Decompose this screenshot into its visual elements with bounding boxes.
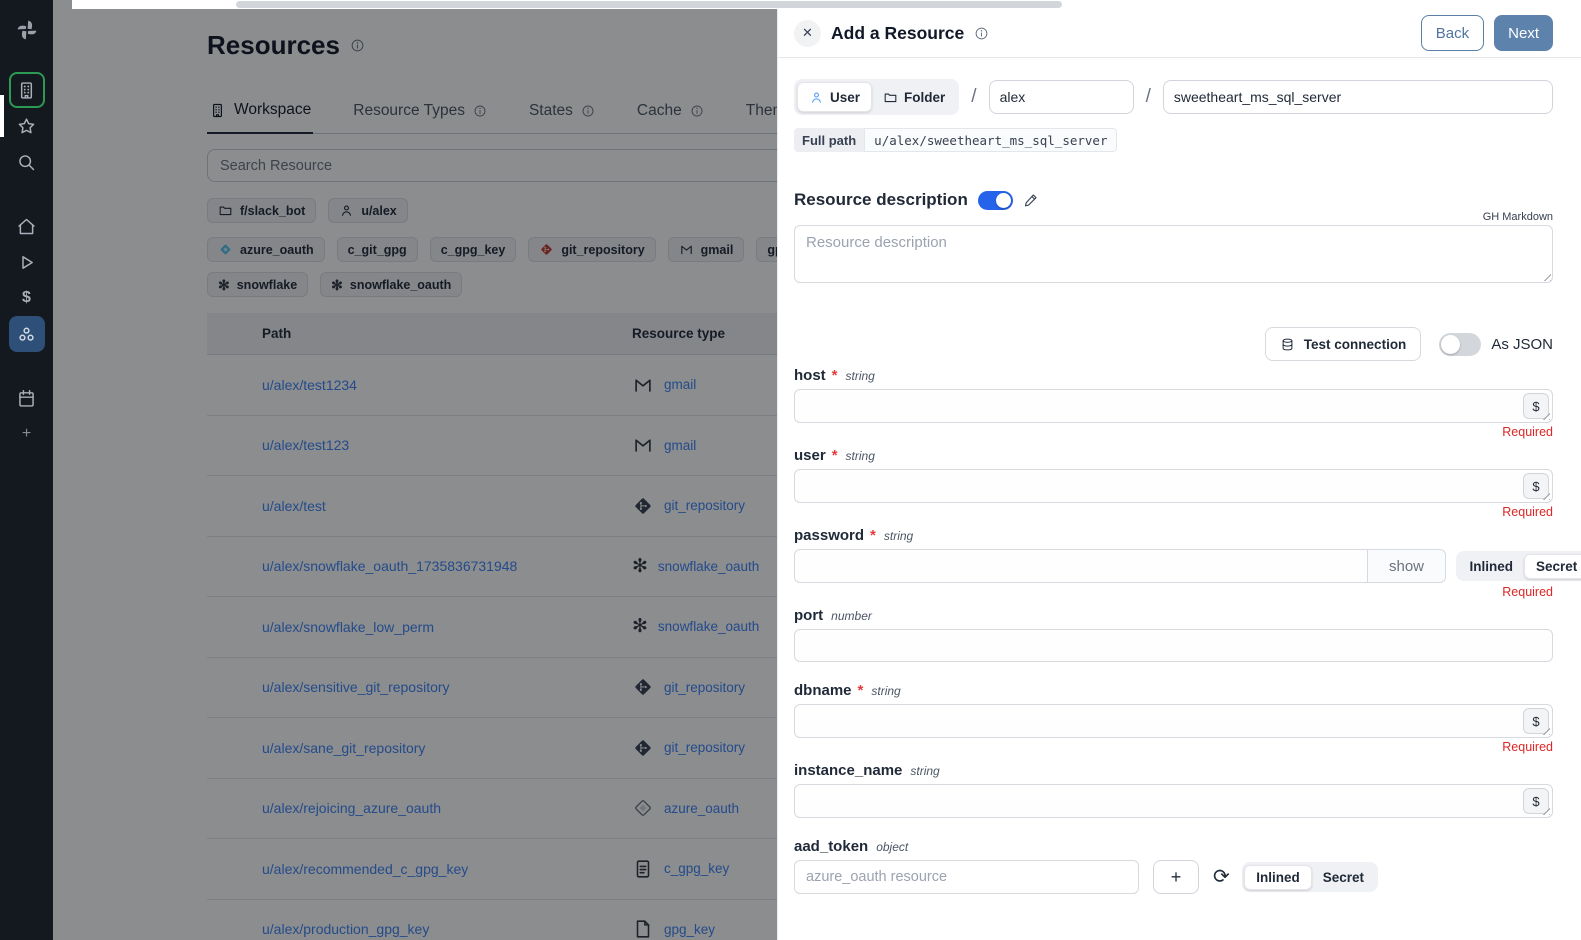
aad_token-resource-input[interactable] xyxy=(794,860,1139,894)
sidebar-item-more[interactable]: + xyxy=(9,416,45,452)
sidebar-item-runs[interactable] xyxy=(9,244,45,280)
drawer-title: Add a Resource xyxy=(831,23,964,44)
template-var-button[interactable]: $ xyxy=(1523,708,1549,734)
field-name: port xyxy=(794,607,823,624)
owner-input[interactable] xyxy=(989,80,1134,114)
password-mode-inlined[interactable]: Inlined xyxy=(1459,554,1525,579)
password-input[interactable]: show xyxy=(794,549,1446,583)
user-input[interactable]: $ xyxy=(794,469,1553,503)
field-host: host*string$Required xyxy=(794,367,1553,441)
aad_token-mode-secret[interactable]: Secret xyxy=(1312,865,1375,890)
info-icon[interactable] xyxy=(974,26,989,41)
aad_token-mode-toggle: InlinedSecret xyxy=(1242,862,1378,892)
field-type: string xyxy=(910,764,939,778)
top-strip xyxy=(72,0,1581,9)
sidebar-item-variables[interactable]: $ xyxy=(9,280,45,316)
description-heading: Resource description xyxy=(794,190,968,210)
required-hint: Required xyxy=(794,505,1553,521)
refresh-icon[interactable]: ⟳ xyxy=(1213,867,1230,887)
pencil-icon[interactable] xyxy=(1023,192,1039,208)
field-type: string xyxy=(871,684,900,698)
user-icon xyxy=(809,90,824,105)
template-var-button[interactable]: $ xyxy=(1523,393,1549,419)
password-mode-toggle: InlinedSecret xyxy=(1456,551,1581,581)
password-mode-secret[interactable]: Secret xyxy=(1524,554,1581,579)
description-toggle[interactable] xyxy=(978,191,1013,210)
field-type: number xyxy=(831,609,872,623)
back-button[interactable]: Back xyxy=(1421,15,1484,51)
sidebar-item-resources[interactable] xyxy=(9,316,45,352)
field-name: user xyxy=(794,447,826,464)
field-name: instance_name xyxy=(794,762,902,779)
aad_token-mode-inlined[interactable]: Inlined xyxy=(1244,865,1312,890)
field-password: password*stringshowInlinedSecretRequired xyxy=(794,527,1553,601)
required-hint: Required xyxy=(794,585,1553,601)
sidebar-item-schedules[interactable] xyxy=(9,380,45,416)
full-path-label: Full path xyxy=(794,128,864,152)
markdown-hint: GH Markdown xyxy=(794,211,1553,223)
left-edge-sliver xyxy=(0,95,4,137)
full-path-value: u/alex/sweetheart_ms_sql_server xyxy=(864,128,1117,152)
owner-kind-folder[interactable]: Folder xyxy=(872,82,956,112)
as-json-label: As JSON xyxy=(1491,336,1553,353)
sidebar-item-search[interactable] xyxy=(9,144,45,180)
field-dbname: dbname*string$Required xyxy=(794,682,1553,756)
host-input[interactable]: $ xyxy=(794,389,1553,423)
field-type: string xyxy=(846,449,875,463)
field-name: password xyxy=(794,527,864,544)
field-instance_name: instance_name string $ xyxy=(794,762,1553,832)
top-scrollbar[interactable] xyxy=(236,1,1062,8)
field-type: string xyxy=(884,529,913,543)
next-button[interactable]: Next xyxy=(1494,15,1553,51)
template-var-button[interactable]: $ xyxy=(1523,473,1549,499)
windmill-logo xyxy=(9,12,45,48)
required-hint: Required xyxy=(794,740,1553,756)
owner-kind-user[interactable]: User xyxy=(797,82,872,112)
sidebar-item-workspace[interactable] xyxy=(9,72,45,108)
owner-kind-toggle: User Folder xyxy=(794,79,959,115)
sidebar: $+ xyxy=(0,0,53,940)
test-connection-button[interactable]: Test connection xyxy=(1265,327,1422,361)
sidebar-item-home[interactable] xyxy=(9,208,45,244)
port-input[interactable] xyxy=(794,629,1553,662)
add-resource-drawer: ✕ Add a Resource Back Next User Folder /… xyxy=(777,9,1581,940)
full-path: Full path u/alex/sweetheart_ms_sql_serve… xyxy=(794,128,1117,152)
sidebar-item-favorites[interactable] xyxy=(9,108,45,144)
dbname-input[interactable]: $ xyxy=(794,704,1553,738)
folder-icon xyxy=(883,90,898,105)
close-icon[interactable]: ✕ xyxy=(794,20,821,47)
field-name: dbname xyxy=(794,682,852,699)
add-resource-button[interactable]: + xyxy=(1153,860,1199,894)
field-name: aad_token xyxy=(794,838,868,855)
modal-overlay[interactable] xyxy=(53,0,777,940)
field-type: string xyxy=(846,369,875,383)
field-user: user*string$Required xyxy=(794,447,1553,521)
template-var-button[interactable]: $ xyxy=(1523,788,1549,814)
database-icon xyxy=(1280,337,1295,352)
path-row: User Folder / / xyxy=(794,79,1553,115)
show-password-button[interactable]: show xyxy=(1367,550,1445,582)
instance_name-input[interactable]: $ xyxy=(794,784,1553,818)
resource-name-input[interactable] xyxy=(1163,80,1553,114)
field-aad_token: aad_token object + ⟳ InlinedSecret xyxy=(794,838,1553,908)
description-textarea[interactable] xyxy=(794,225,1553,283)
as-json-toggle[interactable] xyxy=(1439,333,1481,356)
field-name: host xyxy=(794,367,826,384)
required-hint: Required xyxy=(794,425,1553,441)
field-port: port number xyxy=(794,607,1553,676)
field-type: object xyxy=(876,840,908,854)
